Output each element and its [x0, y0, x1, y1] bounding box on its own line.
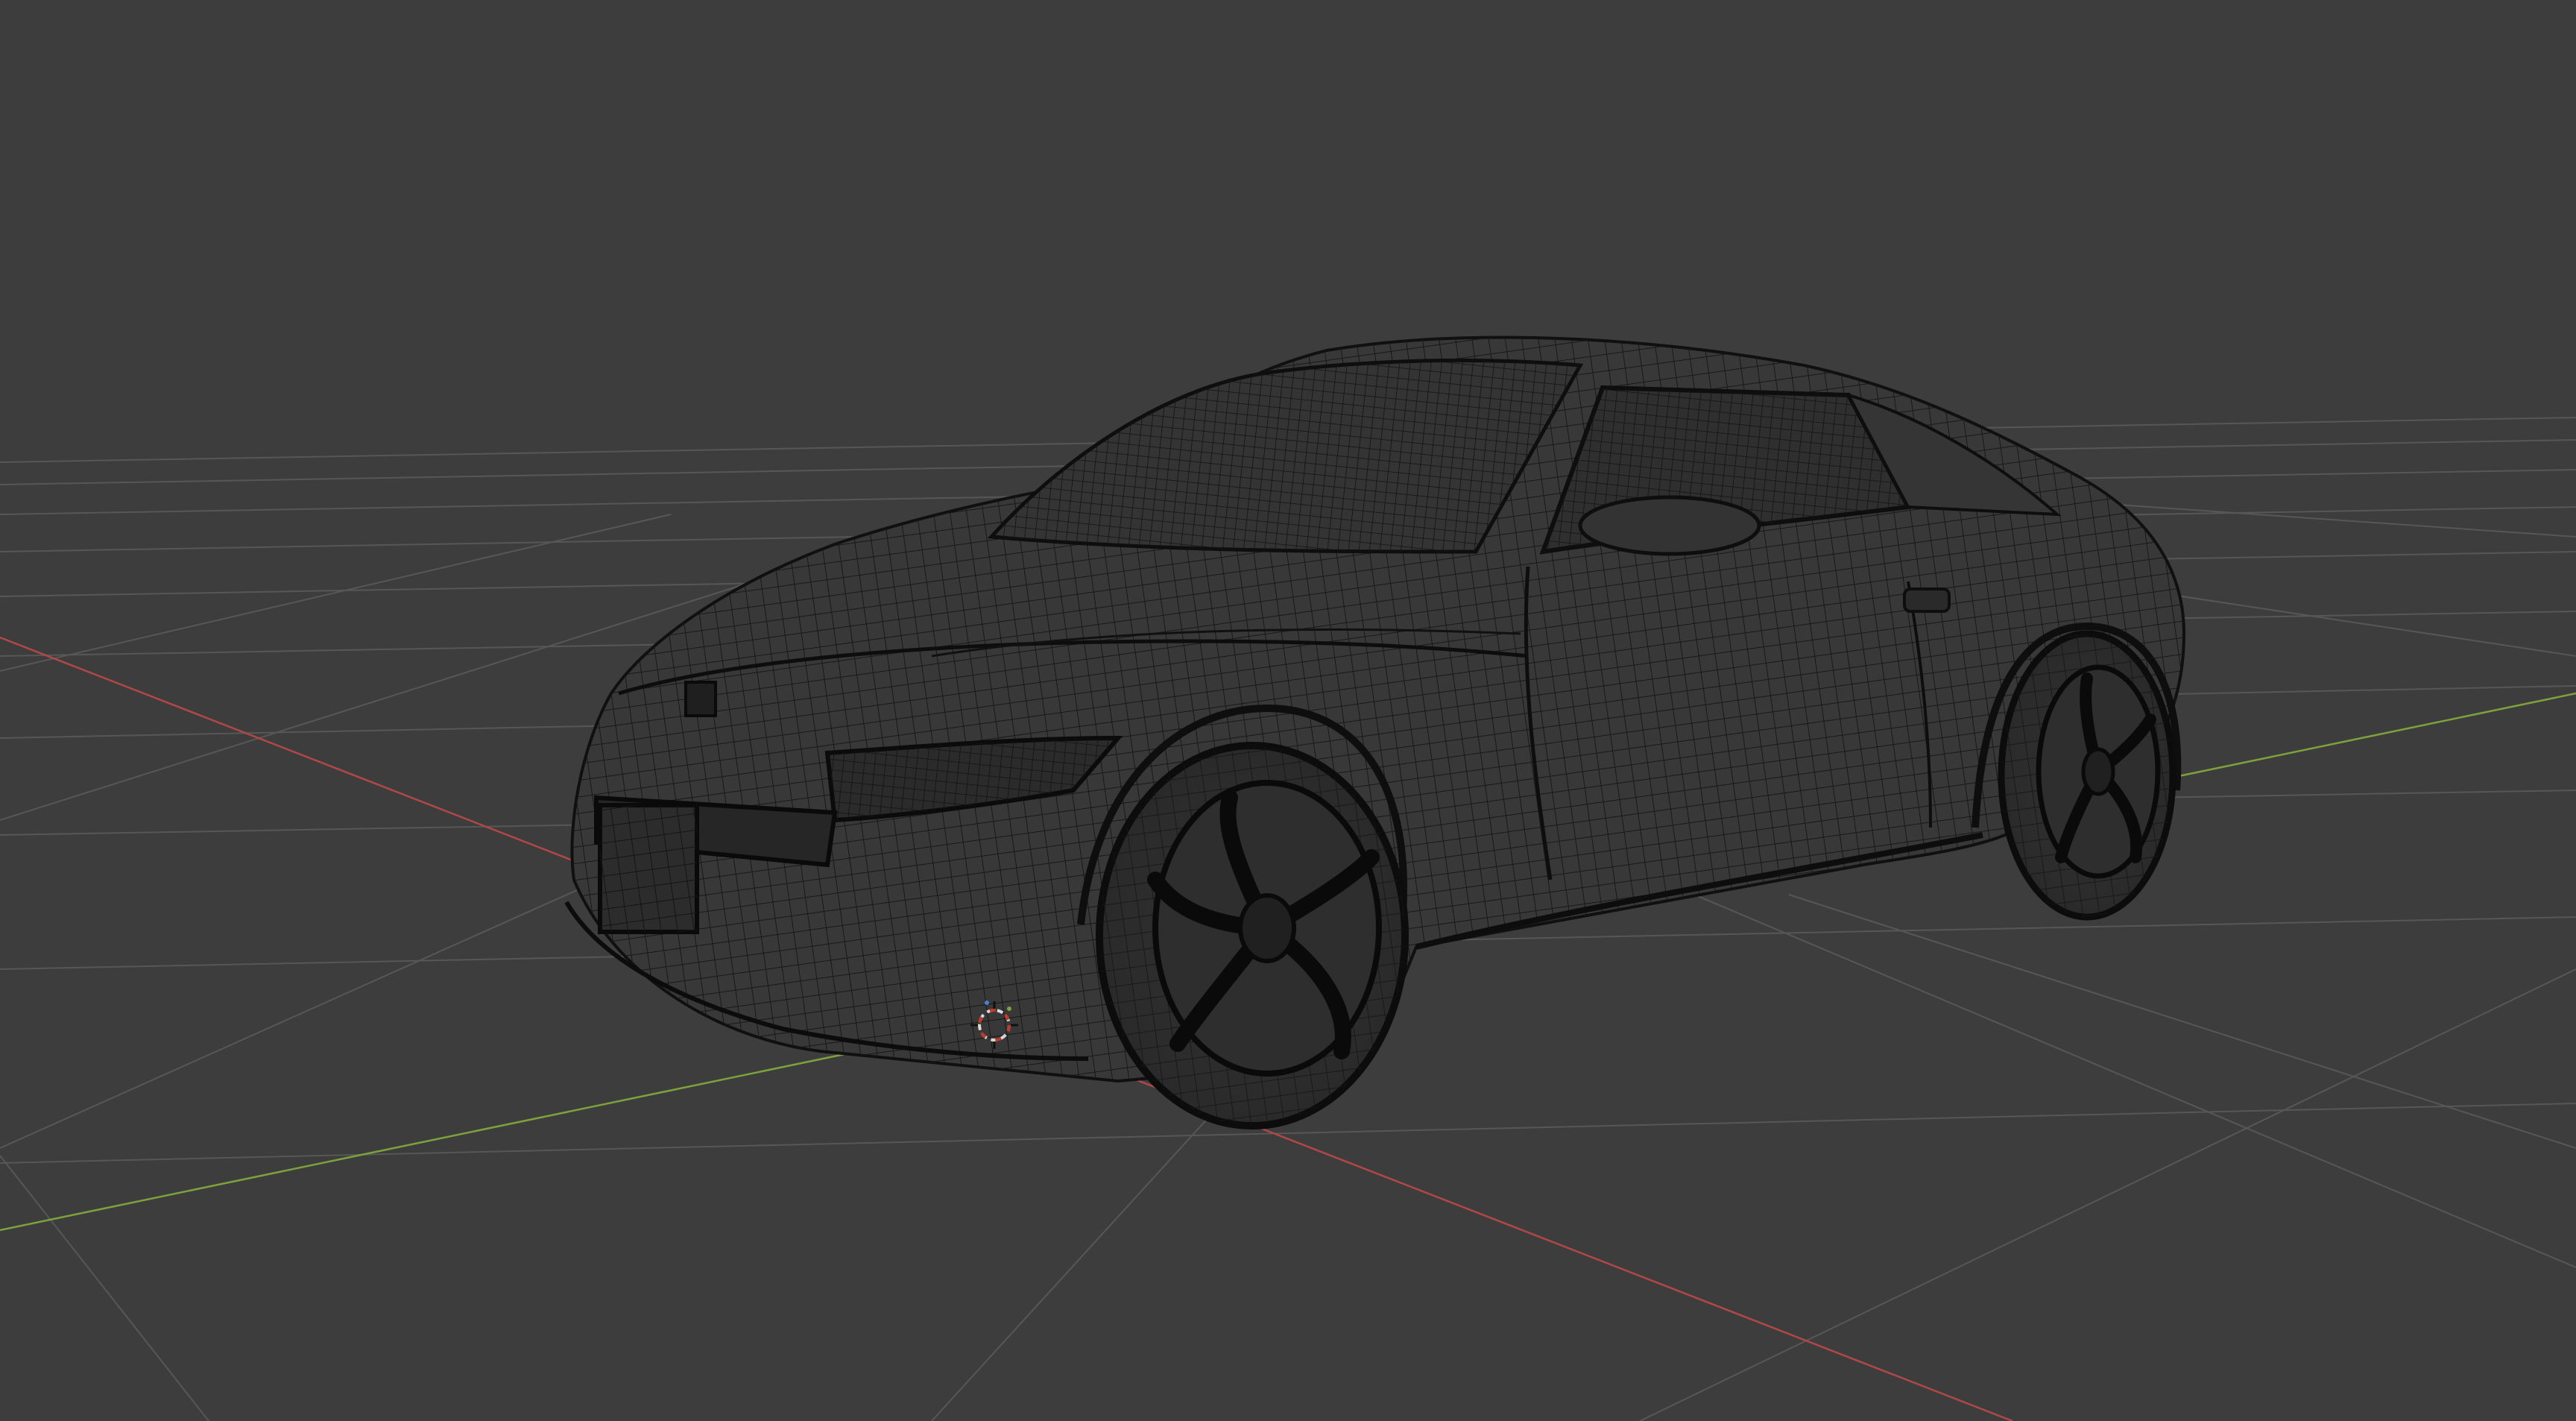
3d-viewport[interactable]: [0, 0, 2576, 1421]
viewport-canvas[interactable]: [0, 0, 2576, 1421]
front-wheel[interactable]: [1096, 742, 1409, 1129]
rear-wheel[interactable]: [1998, 630, 2176, 921]
